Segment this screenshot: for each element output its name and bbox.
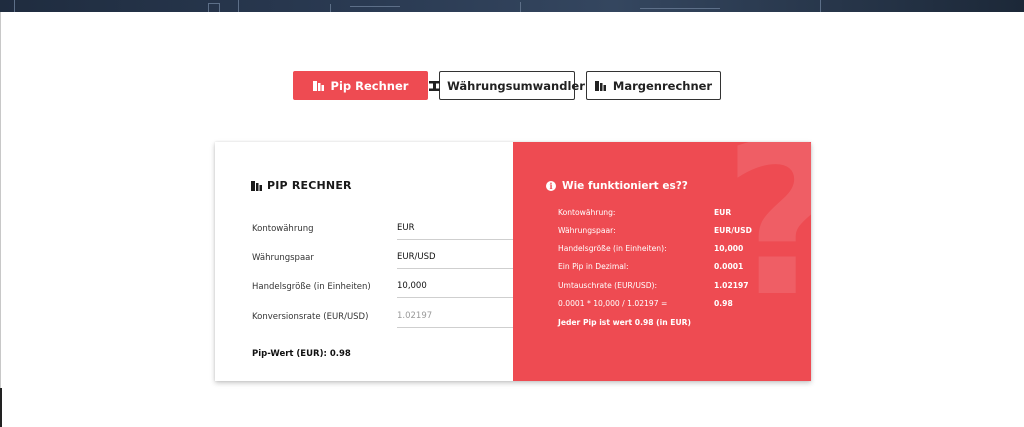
info-row-label: Kontowährung:: [558, 208, 616, 217]
field-currency-pair: Währungspaar: [252, 249, 525, 275]
info-row-value: EUR: [714, 208, 732, 217]
info-summary: Jeder Pip ist wert 0.98 (in EUR): [558, 318, 691, 327]
info-row-label: Handelsgröße (in Einheiten):: [558, 244, 667, 253]
field-label: Währungspaar: [252, 253, 314, 263]
info-row-value: 1.02197: [714, 281, 749, 290]
currency-pair-input[interactable]: [397, 249, 525, 269]
tab-label: Währungsumwandler: [447, 78, 585, 93]
info-row-label: Ein Pip in Dezimal:: [558, 262, 629, 271]
calculator-title-text: PIP RECHNER: [267, 179, 352, 192]
info-row-label: Währungspaar:: [558, 226, 616, 235]
info-row: Währungspaar: EUR/USD: [558, 226, 798, 240]
info-row: 0.0001 * 10,000 / 1.02197 = 0.98: [558, 299, 798, 313]
calculator-icon: [594, 80, 606, 91]
tab-waehrungsumwandler[interactable]: Währungsumwandler: [429, 71, 585, 100]
info-row: Ein Pip in Dezimal: 0.0001: [558, 262, 798, 276]
calculator-form: PIP RECHNER Kontowährung Währungspaar Ha…: [215, 142, 525, 381]
tab-label: Pip Rechner: [330, 78, 409, 93]
info-row: Umtauschrate (EUR/USD): 1.02197: [558, 281, 798, 295]
pip-calculator-card: PIP RECHNER Kontowährung Währungspaar Ha…: [215, 142, 811, 381]
calculator-title: PIP RECHNER: [251, 179, 352, 192]
field-label: Konversionsrate (EUR/USD): [252, 312, 369, 322]
info-title-text: Wie funktioniert es??: [562, 180, 688, 192]
tab-pip-rechner[interactable]: Pip Rechner: [293, 71, 428, 100]
account-currency-input[interactable]: [397, 220, 525, 240]
info-title: i Wie funktioniert es??: [546, 180, 688, 192]
field-account-currency: Kontowährung: [252, 220, 525, 246]
info-row: Kontowährung: EUR: [558, 208, 798, 222]
info-row-label: 0.0001 * 10,000 / 1.02197 =: [558, 299, 668, 308]
header-background-strip: [0, 0, 1024, 12]
conversion-rate-input[interactable]: [397, 308, 525, 328]
calculator-icon: [312, 80, 324, 91]
info-row-value: 0.0001: [714, 262, 744, 271]
calculator-icon: [251, 180, 262, 191]
left-border: [0, 12, 1, 427]
info-row-value: 10,000: [714, 244, 744, 253]
left-border-dark: [0, 388, 2, 427]
field-conversion-rate: Konversionsrate (EUR/USD): [252, 308, 525, 334]
field-trade-size: Handelsgröße (in Einheiten): [252, 278, 525, 304]
pip-value-label: Pip-Wert (EUR):: [252, 349, 327, 359]
info-panel: ? i Wie funktioniert es?? Kontowährung: …: [513, 142, 811, 381]
exchange-icon: [429, 80, 441, 91]
info-row-value: 0.98: [714, 299, 733, 308]
tab-label: Margenrechner: [612, 78, 713, 93]
info-row: Handelsgröße (in Einheiten): 10,000: [558, 244, 798, 258]
field-label: Handelsgröße (in Einheiten): [252, 282, 371, 292]
info-icon: i: [546, 181, 556, 191]
info-row-label: Umtauschrate (EUR/USD):: [558, 281, 658, 290]
field-label: Kontowährung: [252, 224, 314, 234]
tab-margenrechner[interactable]: Margenrechner: [586, 71, 721, 100]
trade-size-input[interactable]: [397, 278, 525, 298]
pip-value-result: Pip-Wert (EUR): 0.98: [252, 349, 354, 359]
pip-value-number: 0.98: [329, 349, 351, 359]
info-row-value: EUR/USD: [714, 226, 752, 235]
